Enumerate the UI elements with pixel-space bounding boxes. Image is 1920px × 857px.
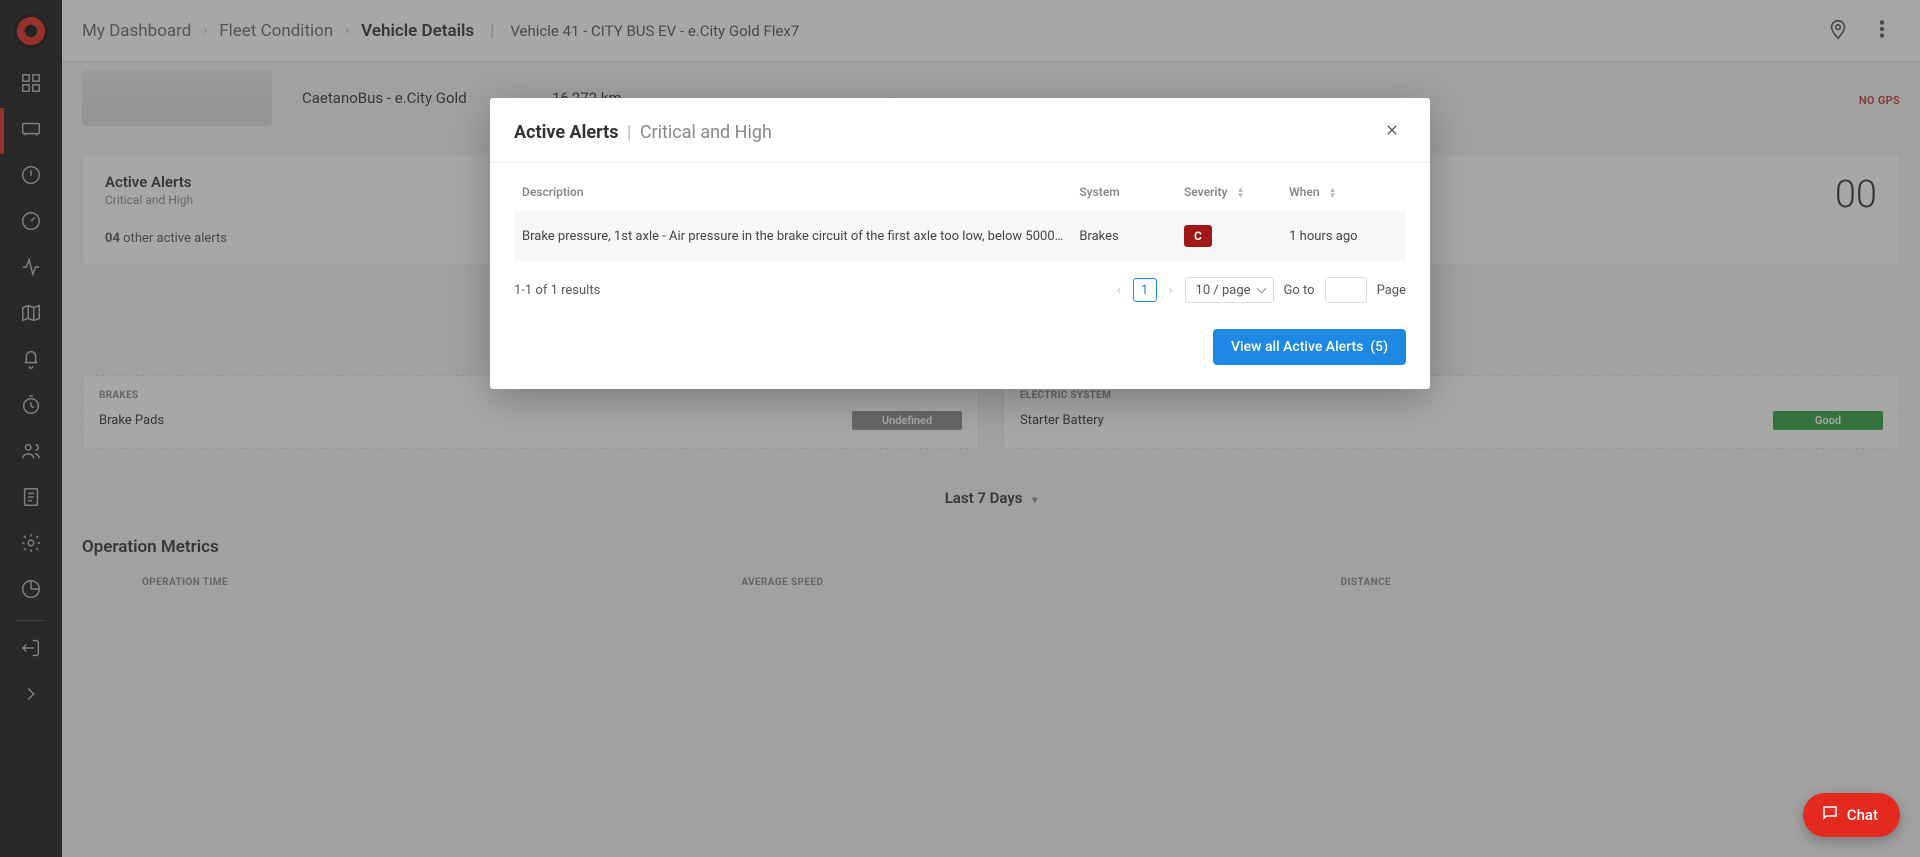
chat-button[interactable]: Chat bbox=[1803, 793, 1900, 837]
view-all-alerts-button[interactable]: View all Active Alerts (5) bbox=[1213, 329, 1406, 365]
modal-overlay[interactable]: Active Alerts | Critical and High Descri… bbox=[0, 0, 1920, 857]
close-icon bbox=[1384, 122, 1400, 142]
chat-icon bbox=[1821, 804, 1839, 826]
page-size-select[interactable]: 10 / page bbox=[1185, 277, 1274, 303]
modal-close-button[interactable] bbox=[1378, 118, 1406, 146]
chat-label: Chat bbox=[1847, 806, 1878, 824]
page-number-current[interactable]: 1 bbox=[1133, 278, 1157, 302]
sort-icon: ▲▼ bbox=[1329, 187, 1337, 199]
col-description: Description bbox=[514, 171, 1071, 211]
cell-when: 1 hours ago bbox=[1281, 211, 1406, 261]
active-alerts-modal: Active Alerts | Critical and High Descri… bbox=[490, 98, 1430, 389]
alerts-table: Description System Severity ▲▼ When ▲▼ bbox=[514, 171, 1406, 261]
col-system: System bbox=[1071, 171, 1176, 211]
goto-label: Go to bbox=[1284, 283, 1315, 298]
severity-badge: C bbox=[1184, 225, 1212, 247]
results-count: 1-1 of 1 results bbox=[514, 283, 1115, 298]
page-word: Page bbox=[1377, 283, 1406, 298]
col-severity[interactable]: Severity ▲▼ bbox=[1176, 171, 1281, 211]
table-row[interactable]: Brake pressure, 1st axle - Air pressure … bbox=[514, 211, 1406, 261]
page-next-button[interactable]: › bbox=[1167, 283, 1175, 298]
page-prev-button[interactable]: ‹ bbox=[1115, 283, 1123, 298]
modal-title: Active Alerts | Critical and High bbox=[514, 122, 772, 143]
pagination: 1-1 of 1 results ‹ 1 › 10 / page Go to P… bbox=[514, 261, 1406, 307]
sort-icon: ▲▼ bbox=[1236, 187, 1244, 199]
col-when[interactable]: When ▲▼ bbox=[1281, 171, 1406, 211]
cell-system: Brakes bbox=[1071, 211, 1176, 261]
goto-page-input[interactable] bbox=[1325, 277, 1367, 303]
cell-description: Brake pressure, 1st axle - Air pressure … bbox=[522, 229, 1063, 244]
